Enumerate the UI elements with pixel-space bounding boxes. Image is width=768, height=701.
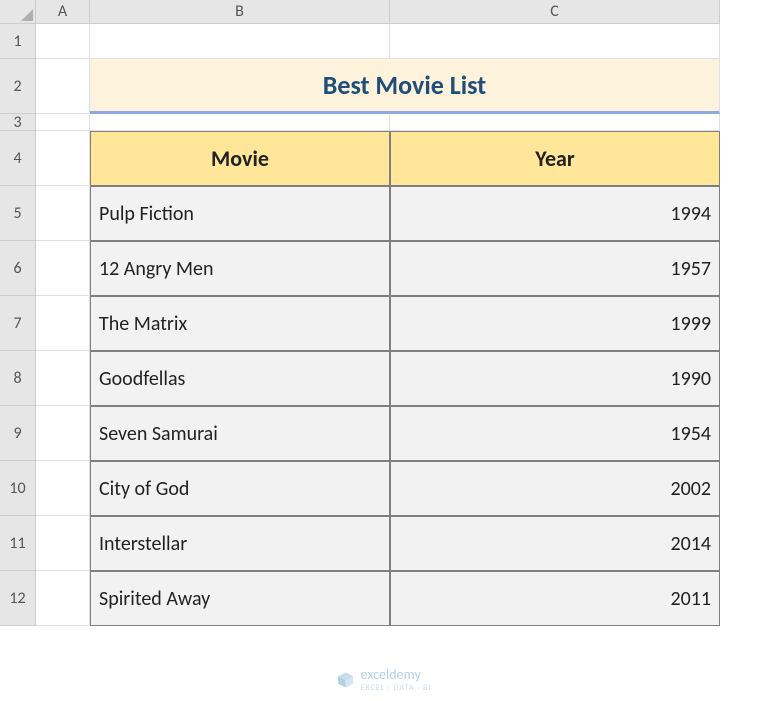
- select-all-corner[interactable]: [0, 0, 36, 24]
- watermark-text: exceldemy EXCEL · DATA · BI: [361, 666, 432, 693]
- watermark-tagline: EXCEL · DATA · BI: [361, 683, 432, 693]
- cell-a7[interactable]: [36, 296, 90, 351]
- watermark-cube-icon: [337, 671, 355, 689]
- row-header-12[interactable]: 12: [0, 571, 36, 626]
- row-header-1[interactable]: 1: [0, 24, 36, 59]
- cell-a3[interactable]: [36, 114, 90, 131]
- row-header-8[interactable]: 8: [0, 351, 36, 406]
- cell-c1[interactable]: [390, 24, 720, 59]
- cell-a8[interactable]: [36, 351, 90, 406]
- row-header-7[interactable]: 7: [0, 296, 36, 351]
- cell-a5[interactable]: [36, 186, 90, 241]
- col-header-c[interactable]: C: [390, 0, 720, 24]
- spreadsheet: A B C 1 2 3 4 5 6 7 8 9 10 11 12 Best Mo…: [0, 0, 768, 701]
- column-headers: A B C: [36, 0, 768, 24]
- select-all-triangle-icon: [21, 9, 33, 21]
- col-header-a[interactable]: A: [36, 0, 90, 24]
- watermark-brand: exceldemy: [361, 666, 421, 683]
- row-header-5[interactable]: 5: [0, 186, 36, 241]
- cell-a9[interactable]: [36, 406, 90, 461]
- watermark: exceldemy EXCEL · DATA · BI: [337, 666, 432, 693]
- row-headers: 1 2 3 4 5 6 7 8 9 10 11 12: [0, 24, 36, 626]
- row-header-9[interactable]: 9: [0, 406, 36, 461]
- cell-movie[interactable]: Goodfellas: [90, 351, 390, 406]
- cell-year[interactable]: 1999: [390, 296, 720, 351]
- cell-a1[interactable]: [36, 24, 90, 59]
- cell-a10[interactable]: [36, 461, 90, 516]
- cell-year[interactable]: 1957: [390, 241, 720, 296]
- row-header-3[interactable]: 3: [0, 114, 36, 131]
- cell-a2[interactable]: [36, 59, 90, 114]
- row-header-4[interactable]: 4: [0, 131, 36, 186]
- table-header-movie[interactable]: Movie: [90, 131, 390, 186]
- grid-area: Best Movie List Movie Year Pulp Fiction …: [36, 24, 768, 701]
- cell-year[interactable]: 1990: [390, 351, 720, 406]
- col-header-b[interactable]: B: [90, 0, 390, 24]
- cell-a6[interactable]: [36, 241, 90, 296]
- cell-c3[interactable]: [390, 114, 720, 131]
- cell-a4[interactable]: [36, 131, 90, 186]
- cell-b1[interactable]: [90, 24, 390, 59]
- cell-year[interactable]: 2014: [390, 516, 720, 571]
- cell-year[interactable]: 1954: [390, 406, 720, 461]
- cell-a11[interactable]: [36, 516, 90, 571]
- cell-movie[interactable]: Pulp Fiction: [90, 186, 390, 241]
- row-header-11[interactable]: 11: [0, 516, 36, 571]
- cell-movie[interactable]: The Matrix: [90, 296, 390, 351]
- cell-movie[interactable]: Interstellar: [90, 516, 390, 571]
- cell-b3[interactable]: [90, 114, 390, 131]
- row-header-6[interactable]: 6: [0, 241, 36, 296]
- title-cell[interactable]: Best Movie List: [90, 59, 720, 114]
- row-header-2[interactable]: 2: [0, 59, 36, 114]
- cell-movie[interactable]: Seven Samurai: [90, 406, 390, 461]
- cell-year[interactable]: 1994: [390, 186, 720, 241]
- cell-a12[interactable]: [36, 571, 90, 626]
- cell-movie[interactable]: City of God: [90, 461, 390, 516]
- cell-year[interactable]: 2002: [390, 461, 720, 516]
- cell-movie[interactable]: Spirited Away: [90, 571, 390, 626]
- row-header-10[interactable]: 10: [0, 461, 36, 516]
- cell-year[interactable]: 2011: [390, 571, 720, 626]
- table-header-year[interactable]: Year: [390, 131, 720, 186]
- cell-movie[interactable]: 12 Angry Men: [90, 241, 390, 296]
